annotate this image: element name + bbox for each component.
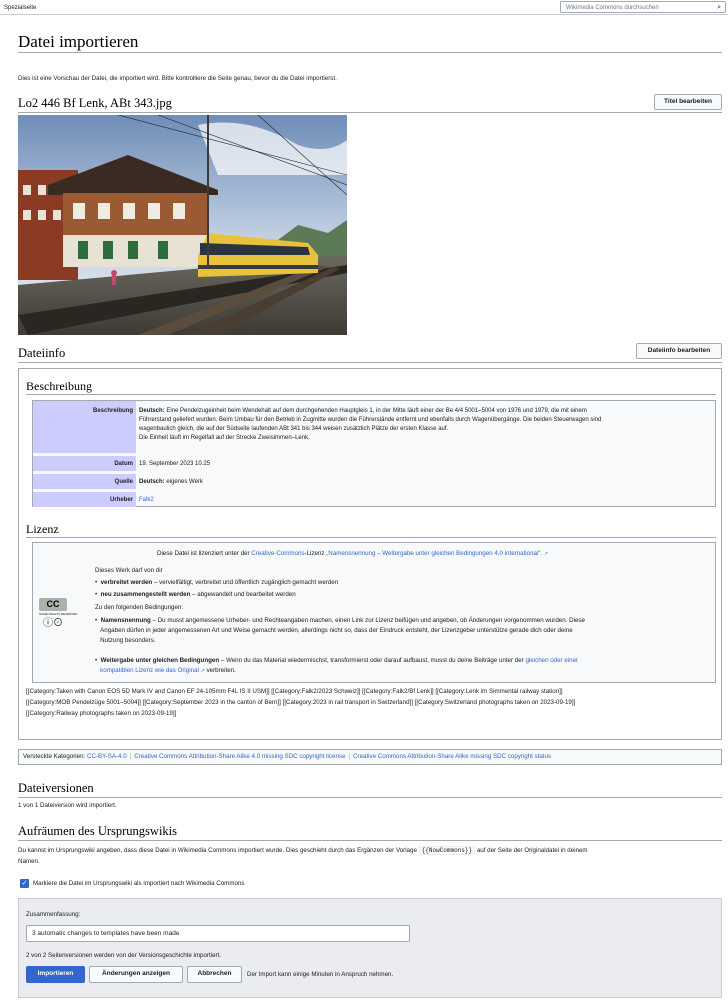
- revisions-text: 2 von 2 Seitenversionen werden von der V…: [26, 952, 222, 959]
- file-preview-image[interactable]: [18, 115, 347, 335]
- share-bullet: • verbreitet werden – vervielfältigt, ve…: [95, 579, 339, 586]
- cleanup-text-line2: Namen.: [18, 857, 40, 865]
- mark-imported-label: Markiere die Datei im Ursprungswiki als …: [33, 880, 245, 887]
- title-divider: [18, 52, 722, 53]
- raw-categories: [[Category:Taken with Canon EOS 5D Mark …: [26, 687, 575, 720]
- share-alike-text: – Wenn du das Material wiedermischst, tr…: [220, 657, 524, 664]
- hidden-category-link[interactable]: Creative Commons Attribution-Share Alike…: [353, 753, 551, 760]
- description-line: Führerstand geliefert wurden. Beim Umbau…: [139, 417, 602, 423]
- description-line: wagenbaulich gleich, die auf der Südseit…: [139, 426, 449, 432]
- file-title: Lo2 446 Bf Lenk, ABt 343.jpg: [18, 96, 172, 110]
- search-input[interactable]: Wikimedia Commons durchsuchen ⌕: [560, 1, 726, 13]
- import-note: Der Import kann einige Minuten in Anspru…: [247, 971, 394, 978]
- license-intro-text: Diese Datei ist lizenziert unter der: [157, 550, 250, 557]
- mark-imported-checkbox[interactable]: ✓: [20, 879, 29, 888]
- railway-station-photo: [18, 115, 347, 335]
- search-placeholder: Wikimedia Commons durchsuchen: [566, 5, 659, 11]
- attribution-line: – Du musst angemessene Urheber- und Rech…: [152, 617, 585, 624]
- share-alike-end: verbreiten.: [206, 667, 236, 675]
- share-alike-bold: Weitergabe unter gleichen Bedingungen: [100, 657, 220, 664]
- edit-fileinfo-button[interactable]: Dateiinfo bearbeiten: [636, 343, 722, 359]
- creative-commons-link[interactable]: Creative-Commons: [251, 550, 304, 557]
- license-divider: [26, 537, 716, 538]
- remix-text: – abgewandelt und bearbeitet werden: [192, 591, 296, 598]
- cleanup-divider: [18, 840, 722, 841]
- source-lang: Deutsch:: [139, 479, 165, 485]
- top-bar: Spezialseite Wikimedia Commons durchsuch…: [0, 0, 728, 15]
- fileinfo-heading: Dateiinfo: [18, 346, 66, 360]
- attribution-bold: Namensnennung: [100, 617, 151, 624]
- cc-logo-mark: CC: [39, 598, 67, 611]
- raw-category-line: [[Category:Railway photographs taken on …: [26, 709, 177, 717]
- remix-bullet: • neu zusammengestellt werden – abgewand…: [95, 591, 296, 598]
- show-changes-button[interactable]: Änderungen anzeigen: [89, 966, 183, 983]
- description-value: Deutsch: Eine Pendelzugeinheit beim Wend…: [139, 407, 601, 443]
- search-icon[interactable]: ⌕: [717, 3, 721, 12]
- source-label: Quelle: [33, 474, 136, 489]
- attribution-line: Nutzung besonders.: [100, 637, 156, 645]
- conditions-text: Zu den folgenden Bedingungen:: [95, 604, 184, 611]
- summary-label: Zusammenfassung:: [26, 911, 81, 918]
- cc-logo-caption: SOME RIGHTS RESERVED: [39, 612, 78, 616]
- external-link-icon: ↗: [200, 668, 205, 675]
- cleanup-heading: Aufräumen des Ursprungswikis: [18, 824, 178, 838]
- attribution-bullet: • Namensnennung – Du musst angemessene U…: [95, 617, 585, 645]
- raw-category-line: [[Category:Taken with Canon EOS 5D Mark …: [26, 688, 563, 695]
- intro-text: Dies ist eine Vorschau der Datei, die im…: [18, 75, 337, 82]
- cleanup-text-post: auf der Seite der Originaldatei in deine…: [476, 847, 588, 854]
- description-divider: [26, 394, 716, 395]
- author-link[interactable]: Falk2: [139, 496, 154, 504]
- hidden-category-link[interactable]: CC-BY-SA-4.0: [87, 753, 127, 760]
- description-lang: Deutsch:: [139, 408, 165, 414]
- author-label: Urheber: [33, 492, 136, 507]
- license-intro: Diese Datei ist lizenziert unter der Cre…: [157, 550, 548, 558]
- description-line: Die Einheit läuft im Regelfall auf der S…: [139, 435, 310, 441]
- edit-title-button[interactable]: Titel bearbeiten: [654, 94, 722, 110]
- compatible-license-link[interactable]: gleichen oder einer: [525, 657, 578, 664]
- cc-logo: CC SOME RIGHTS RESERVED ⓘ⊙: [39, 598, 78, 634]
- compatible-license-link-2[interactable]: kompatiblen Lizenz wie das Original: [100, 667, 199, 674]
- source-text: eigenes Werk: [166, 479, 203, 485]
- summary-input[interactable]: 3 automatic changes to templates have be…: [26, 925, 410, 942]
- nowcommons-template: {{NowCommons}}: [418, 846, 476, 855]
- file-title-divider: [18, 112, 722, 113]
- remix-bold: neu zusammengestellt werden: [100, 591, 191, 598]
- share-bold: verbreitet werden: [100, 579, 153, 586]
- raw-category-line: [[Category:MOB Pendelzüge 5001–5004]] [[…: [26, 698, 576, 706]
- license-intro-mid: -Lizenz: [304, 550, 325, 557]
- description-heading: Beschreibung: [26, 379, 92, 393]
- external-link-icon: ↗: [543, 551, 549, 557]
- page-title: Datei importieren: [18, 32, 139, 51]
- source-value: Deutsch: eigenes Werk: [139, 478, 203, 486]
- hidden-categories-label: Versteckte Kategorien:: [23, 753, 86, 760]
- versions-divider: [18, 797, 722, 798]
- share-alike-bullet: • Weitergabe unter gleichen Bedingungen …: [95, 657, 579, 675]
- free-to-text: Dieses Werk darf von dir: [95, 567, 163, 574]
- summary-panel: [18, 898, 722, 998]
- date-value: 19. September 2023 10.25: [139, 461, 211, 467]
- license-heading: Lizenz: [26, 522, 59, 536]
- description-label: Beschreibung: [33, 401, 136, 453]
- cancel-button[interactable]: Abbrechen: [187, 966, 242, 983]
- date-label: Datum: [33, 456, 136, 471]
- attribution-line: Angaben dürfen in jeder angemessenen Art…: [100, 627, 573, 635]
- by-sa-icons: ⓘ⊙: [43, 618, 63, 630]
- description-line: Eine Pendelzugeinheit beim Wendehalt auf…: [166, 408, 587, 414]
- share-text: – vervielfältigt, verbreitet und öffentl…: [153, 579, 339, 586]
- import-button[interactable]: Importieren: [26, 966, 85, 983]
- license-box: Diese Datei ist lizenziert unter der Cre…: [32, 542, 716, 683]
- information-table: Beschreibung Deutsch: Eine Pendelzugeinh…: [32, 400, 716, 507]
- special-page-label: Spezialseite: [4, 5, 37, 11]
- fileinfo-divider: [18, 362, 722, 363]
- license-link[interactable]: „Namensnennung – Weitergabe unter gleich…: [326, 550, 542, 557]
- hidden-categories-bar: Versteckte Kategorien: CC-BY-SA-4.0 | Crea…: [18, 749, 722, 765]
- versions-heading: Dateiversionen: [18, 781, 94, 795]
- cleanup-text: Du kannst im Ursprungswiki angeben, dass…: [18, 846, 588, 868]
- cleanup-text-pre: Du kannst im Ursprungswiki angeben, dass…: [18, 847, 417, 854]
- hidden-category-link[interactable]: Creative Commons Attribution-Share Alike…: [134, 753, 345, 760]
- versions-text: 1 von 1 Dateiversion wird importiert.: [18, 802, 117, 809]
